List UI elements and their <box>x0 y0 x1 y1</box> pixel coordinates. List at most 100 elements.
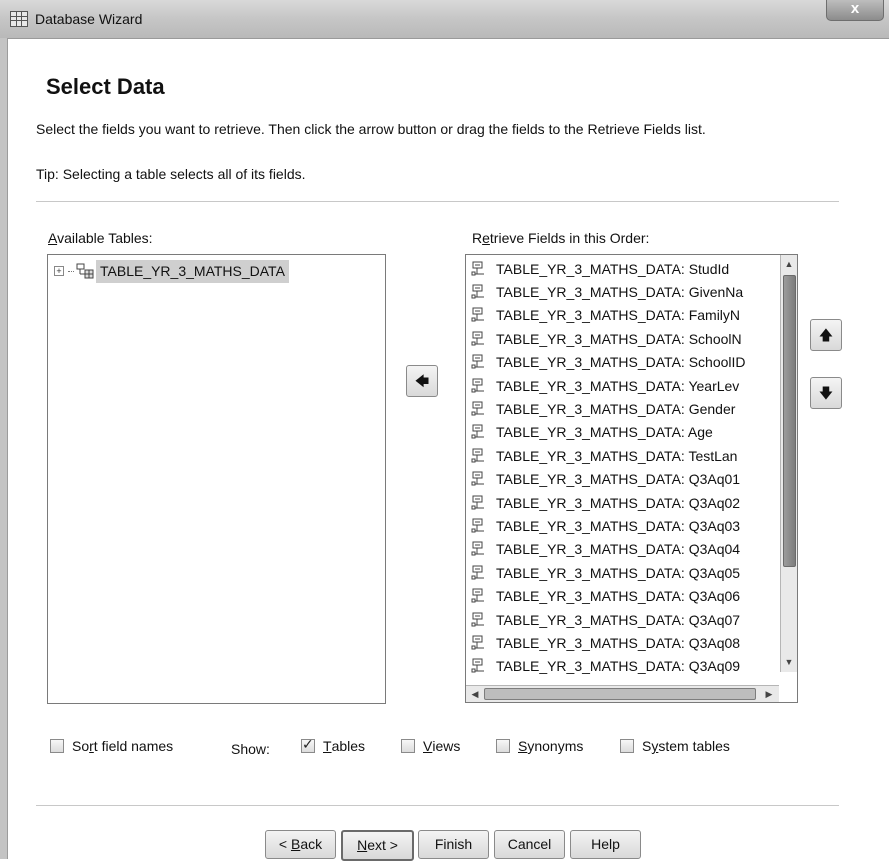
scroll-down-icon[interactable]: ▼ <box>782 655 796 669</box>
move-fields-button[interactable]: 🡄 <box>406 365 438 397</box>
field-icon <box>471 635 484 650</box>
synonyms-checkbox[interactable]: Synonyms <box>496 738 583 754</box>
field-list-item[interactable]: TABLE_YR_3_MATHS_DATA: SchoolID <box>470 351 778 374</box>
field-label: TABLE_YR_3_MATHS_DATA: Q3Aq05 <box>496 564 741 581</box>
field-list-item[interactable]: TABLE_YR_3_MATHS_DATA: Q3Aq08 <box>470 631 778 654</box>
instruction-text: Select the fields you want to retrieve. … <box>36 121 706 137</box>
window-frame-left <box>0 38 8 859</box>
field-icon <box>471 541 484 556</box>
field-icon <box>471 401 484 416</box>
scroll-up-icon[interactable]: ▲ <box>782 257 796 271</box>
field-icon <box>471 448 484 463</box>
field-list-item[interactable]: TABLE_YR_3_MATHS_DATA: GivenNa <box>470 280 778 303</box>
tables-checkbox[interactable]: ✓ Tables <box>301 736 365 754</box>
page-title: Select Data <box>46 74 165 99</box>
field-label: TABLE_YR_3_MATHS_DATA: SchoolID <box>496 354 746 371</box>
field-list-item[interactable]: TABLE_YR_3_MATHS_DATA: Q3Aq05 <box>470 561 778 584</box>
field-list-item[interactable]: TABLE_YR_3_MATHS_DATA: Gender <box>470 397 778 420</box>
horizontal-scroll-thumb[interactable] <box>484 688 756 700</box>
field-label: TABLE_YR_3_MATHS_DATA: YearLev <box>496 377 740 394</box>
back-button[interactable]: < Back <box>265 830 336 859</box>
field-icon <box>471 588 484 603</box>
field-list-item[interactable]: TABLE_YR_3_MATHS_DATA: Age <box>470 421 778 444</box>
close-button[interactable]: x <box>826 0 884 21</box>
available-tables-list[interactable]: + TABLE_YR_3_MATHS_DATA <box>47 254 386 704</box>
field-label: TABLE_YR_3_MATHS_DATA: FamilyN <box>496 307 741 324</box>
field-list-item[interactable]: TABLE_YR_3_MATHS_DATA: TestLan <box>470 444 778 467</box>
table-tree-item[interactable]: + TABLE_YR_3_MATHS_DATA <box>54 259 289 283</box>
vertical-scrollbar[interactable]: ▲ ▼ <box>780 255 797 672</box>
field-label: TABLE_YR_3_MATHS_DATA: GivenNa <box>496 283 744 300</box>
field-icon <box>471 565 484 580</box>
field-label: TABLE_YR_3_MATHS_DATA: Gender <box>496 400 736 417</box>
field-list-item[interactable]: TABLE_YR_3_MATHS_DATA: Q3Aq07 <box>470 608 778 631</box>
views-checkbox[interactable]: Views <box>401 738 460 754</box>
field-icon <box>471 612 484 626</box>
field-icon <box>471 354 484 369</box>
retrieve-fields-label: Retrieve Fields in this Order: <box>472 230 650 246</box>
checkbox-box <box>496 739 510 753</box>
arrow-up-icon: 🡅 <box>818 327 834 343</box>
field-label: TABLE_YR_3_MATHS_DATA: TestLan <box>496 447 738 464</box>
field-icon <box>471 307 484 322</box>
field-label: TABLE_YR_3_MATHS_DATA: Q3Aq01 <box>496 471 741 488</box>
help-button[interactable]: Help <box>570 830 641 859</box>
title-bar: Database Wizard x <box>0 0 889 39</box>
checkbox-box <box>50 739 64 753</box>
field-label: TABLE_YR_3_MATHS_DATA: Q3Aq06 <box>496 588 741 605</box>
field-icon <box>471 658 484 673</box>
database-grid-icon <box>10 11 28 27</box>
field-icon <box>471 424 484 439</box>
field-icon <box>471 284 484 299</box>
field-list-item[interactable]: TABLE_YR_3_MATHS_DATA: Q3Aq06 <box>470 585 778 608</box>
scroll-right-icon[interactable]: ▶ <box>762 687 776 701</box>
tip-text: Tip: Selecting a table selects all of it… <box>36 166 306 182</box>
arrow-down-icon: 🡇 <box>818 385 834 401</box>
tree-connector <box>68 270 74 272</box>
system-tables-checkbox[interactable]: Sy stem tables <box>620 738 730 754</box>
field-icon <box>471 261 484 275</box>
header-divider <box>36 201 839 202</box>
field-list-item[interactable]: TABLE_YR_3_MATHS_DATA: FamilyN <box>470 304 778 327</box>
available-tables-label: Available Tables: <box>48 230 153 246</box>
field-list-item[interactable]: TABLE_YR_3_MATHS_DATA: Q3Aq09 <box>470 655 778 678</box>
checkbox-box <box>620 739 634 753</box>
field-label: TABLE_YR_3_MATHS_DATA: Q3Aq02 <box>496 494 741 511</box>
window-title: Database Wizard <box>35 11 143 27</box>
field-label: TABLE_YR_3_MATHS_DATA: Q3Aq04 <box>496 541 741 558</box>
scroll-thumb[interactable] <box>783 275 796 567</box>
field-list-item[interactable]: TABLE_YR_3_MATHS_DATA: Q3Aq03 <box>470 514 778 537</box>
field-list-item[interactable]: TABLE_YR_3_MATHS_DATA: StudId <box>470 257 778 280</box>
expand-icon[interactable]: + <box>54 266 64 276</box>
field-list-item[interactable]: TABLE_YR_3_MATHS_DATA: SchoolN <box>470 327 778 350</box>
table-name: TABLE_YR_3_MATHS_DATA <box>96 259 289 283</box>
field-icon <box>471 378 484 392</box>
horizontal-scrollbar[interactable]: ◀ ▶ <box>466 685 779 702</box>
field-label: TABLE_YR_3_MATHS_DATA: StudId <box>496 260 730 277</box>
field-icon <box>471 495 484 509</box>
checkbox-box <box>401 739 415 753</box>
field-label: TABLE_YR_3_MATHS_DATA: SchoolN <box>496 330 742 347</box>
table-icon <box>76 263 94 279</box>
retrieve-fields-list[interactable]: TABLE_YR_3_MATHS_DATA: StudId TABLE_YR_3_… <box>465 254 798 703</box>
field-list-item[interactable]: TABLE_YR_3_MATHS_DATA: Q3Aq04 <box>470 538 778 561</box>
field-list-item[interactable]: TABLE_YR_3_MATHS_DATA: Q3Aq02 <box>470 491 778 514</box>
sort-field-names-checkbox[interactable]: So r t field names <box>50 738 173 754</box>
field-label: TABLE_YR_3_MATHS_DATA: Q3Aq08 <box>496 634 741 651</box>
field-label: TABLE_YR_3_MATHS_DATA: Q3Aq03 <box>496 517 741 534</box>
field-icon <box>471 518 484 533</box>
move-down-button[interactable]: 🡇 <box>810 377 842 409</box>
cancel-button[interactable]: Cancel <box>494 830 565 859</box>
field-list-item[interactable]: TABLE_YR_3_MATHS_DATA: Q3Aq01 <box>470 468 778 491</box>
checkbox-box: ✓ <box>301 736 315 753</box>
move-up-button[interactable]: 🡅 <box>810 319 842 351</box>
show-label: Show: <box>231 741 270 757</box>
field-list-item[interactable]: TABLE_YR_3_MATHS_DATA: YearLev <box>470 374 778 397</box>
next-button[interactable]: Next > <box>341 830 414 861</box>
field-label: TABLE_YR_3_MATHS_DATA: Q3Aq09 <box>496 658 741 675</box>
scroll-left-icon[interactable]: ◀ <box>468 687 482 701</box>
field-label: TABLE_YR_3_MATHS_DATA: Age <box>496 424 713 441</box>
arrow-left-icon: 🡄 <box>414 373 430 389</box>
field-icon <box>471 331 484 346</box>
finish-button[interactable]: Finish <box>418 830 489 859</box>
